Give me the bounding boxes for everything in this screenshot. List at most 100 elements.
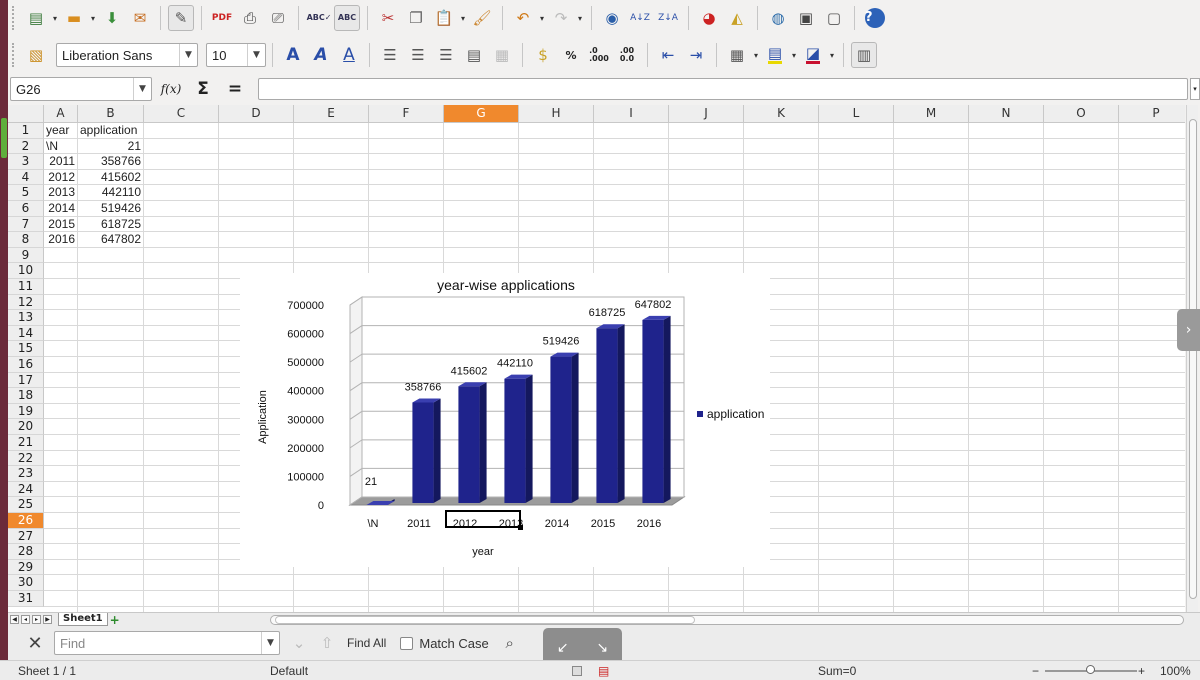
background-color-icon[interactable]: ▤ xyxy=(762,42,788,68)
find-all-button[interactable]: Find All xyxy=(347,636,386,650)
chevron-down-icon[interactable]: ▼ xyxy=(133,78,151,100)
copy-icon[interactable]: ❐ xyxy=(403,5,429,31)
draw-functions-icon[interactable]: ◭ xyxy=(724,5,750,31)
zoom-out-icon[interactable]: − xyxy=(1032,664,1039,678)
row-header-21[interactable]: 21 xyxy=(8,435,44,451)
cell-a4[interactable]: 2012 xyxy=(44,170,75,185)
fill-handle[interactable] xyxy=(518,525,523,530)
column-header-b[interactable]: B xyxy=(78,105,144,123)
row-header-25[interactable]: 25 xyxy=(8,497,44,513)
insert-chart-icon[interactable]: ◕ xyxy=(696,5,722,31)
column-header-h[interactable]: H xyxy=(519,105,594,123)
row-header-20[interactable]: 20 xyxy=(8,419,44,435)
column-header-j[interactable]: J xyxy=(669,105,744,123)
window-icon[interactable]: ▢ xyxy=(821,5,847,31)
expand-formula-icon[interactable]: ▾ xyxy=(1190,78,1200,100)
currency-icon[interactable]: $ xyxy=(530,42,556,68)
cell-b8[interactable]: 647802 xyxy=(78,232,141,247)
chevron-down-icon[interactable]: ▾ xyxy=(789,51,799,60)
vertical-scrollbar[interactable] xyxy=(1186,105,1198,612)
autospellcheck-icon[interactable]: ABC xyxy=(334,5,360,31)
find-input[interactable]: Find ▼ xyxy=(54,631,280,655)
column-header-a[interactable]: A xyxy=(44,105,78,123)
font-name-combo[interactable]: Liberation Sans ▼ xyxy=(56,43,198,67)
font-size-combo[interactable]: 10 ▼ xyxy=(206,43,266,67)
cell-a6[interactable]: 2014 xyxy=(44,201,75,216)
zoom-level[interactable]: 100% xyxy=(1160,664,1191,678)
cell-a1[interactable]: year xyxy=(46,123,69,138)
toolbar-grip[interactable] xyxy=(12,6,18,30)
cell-b5[interactable]: 442110 xyxy=(78,185,141,200)
merge-cells-icon[interactable]: ▦ xyxy=(489,42,515,68)
column-header-g[interactable]: G xyxy=(444,105,519,123)
sort-ascending-icon[interactable]: A↓Z xyxy=(627,5,653,31)
styles-icon[interactable]: ▧ xyxy=(23,42,49,68)
percent-icon[interactable]: % xyxy=(558,42,584,68)
row-header-18[interactable]: 18 xyxy=(8,388,44,404)
row-header-10[interactable]: 10 xyxy=(8,263,44,279)
row-header-2[interactable]: 2 xyxy=(8,138,44,155)
justify-icon[interactable]: ▤ xyxy=(461,42,487,68)
align-left-icon[interactable]: ☰ xyxy=(377,42,403,68)
cut-icon[interactable]: ✂ xyxy=(375,5,401,31)
horizontal-scrollbar[interactable] xyxy=(270,615,1184,625)
cell-a3[interactable]: 2011 xyxy=(44,154,75,169)
arrow-down-right-icon[interactable]: ↘ xyxy=(596,640,608,656)
scroll-thumb[interactable] xyxy=(1189,119,1197,599)
export-icon[interactable]: ✉ xyxy=(127,5,153,31)
column-header-e[interactable]: E xyxy=(294,105,369,123)
row-header-1[interactable]: 1 xyxy=(8,123,44,139)
font-color-icon[interactable]: ◪ xyxy=(800,42,826,68)
redo-icon[interactable]: ↷ xyxy=(548,5,574,31)
row-header-3[interactable]: 3 xyxy=(8,154,44,170)
spreadsheet-grid[interactable]: A B C D E F G H I J K L M N O P 1 2 3 4 5 6 7 8 9 10 11 12 13 14 15 16 1… xyxy=(8,105,1185,612)
paste-icon[interactable]: 📋 xyxy=(431,5,457,31)
name-box[interactable]: G26 ▼ xyxy=(10,77,152,101)
cell-a2[interactable]: \N xyxy=(46,139,58,154)
row-header-26[interactable]: 26 xyxy=(8,513,44,529)
function-wizard-icon[interactable]: f(x) xyxy=(158,82,184,96)
row-header-11[interactable]: 11 xyxy=(8,279,44,295)
cell-a5[interactable]: 2013 xyxy=(44,185,75,200)
sum-icon[interactable]: Σ xyxy=(190,79,216,99)
add-sheet-icon[interactable]: + xyxy=(110,614,120,626)
cell-cursor-G26[interactable] xyxy=(445,510,523,530)
column-header-c[interactable]: C xyxy=(144,105,219,123)
selection-mode-icon[interactable] xyxy=(572,666,582,676)
cell-a8[interactable]: 2016 xyxy=(44,232,75,247)
prev-sheet-icon[interactable]: ◂ xyxy=(21,615,30,624)
cell-b6[interactable]: 519426 xyxy=(78,201,141,216)
row-header-19[interactable]: 19 xyxy=(8,403,44,420)
navigator-icon[interactable]: ◉ xyxy=(599,5,625,31)
cell-b1[interactable]: application xyxy=(80,123,137,138)
borders-icon[interactable]: ▦ xyxy=(724,42,750,68)
match-case-checkbox[interactable] xyxy=(400,636,414,650)
sidebar-toggle-icon[interactable]: ▥ xyxy=(851,42,877,68)
open-icon[interactable]: ▬ xyxy=(61,5,87,31)
data-sources-icon[interactable]: ▣ xyxy=(793,5,819,31)
scroll-thumb[interactable] xyxy=(275,616,695,624)
clone-format-icon[interactable]: 🖌 xyxy=(469,5,495,31)
chevron-down-icon[interactable]: ▼ xyxy=(179,44,197,66)
zoom-in-icon[interactable]: + xyxy=(1138,664,1145,678)
row-header-15[interactable]: 15 xyxy=(8,341,44,357)
row-header-16[interactable]: 16 xyxy=(8,357,44,373)
row-header-22[interactable]: 22 xyxy=(8,450,44,467)
align-right-icon[interactable]: ☰ xyxy=(433,42,459,68)
chevron-down-icon[interactable]: ▾ xyxy=(575,14,585,23)
cell-a7[interactable]: 2015 xyxy=(44,217,75,232)
row-header-6[interactable]: 6 xyxy=(8,201,44,217)
formula-input[interactable] xyxy=(258,78,1188,100)
column-header-d[interactable]: D xyxy=(219,105,294,123)
first-sheet-icon[interactable]: ◀ xyxy=(10,615,19,624)
sidebar-expand-icon[interactable]: › xyxy=(1177,309,1200,351)
chevron-down-icon[interactable]: ▾ xyxy=(88,14,98,23)
find-previous-icon[interactable]: ⌄ xyxy=(286,630,312,656)
column-header-k[interactable]: K xyxy=(744,105,819,123)
chevron-down-icon[interactable]: ▼ xyxy=(247,44,265,66)
row-header-28[interactable]: 28 xyxy=(8,544,44,560)
export-pdf-icon[interactable]: PDF xyxy=(209,5,235,31)
row-header-13[interactable]: 13 xyxy=(8,310,44,326)
bold-icon[interactable]: A xyxy=(280,42,306,68)
chevron-down-icon[interactable]: ▾ xyxy=(827,51,837,60)
